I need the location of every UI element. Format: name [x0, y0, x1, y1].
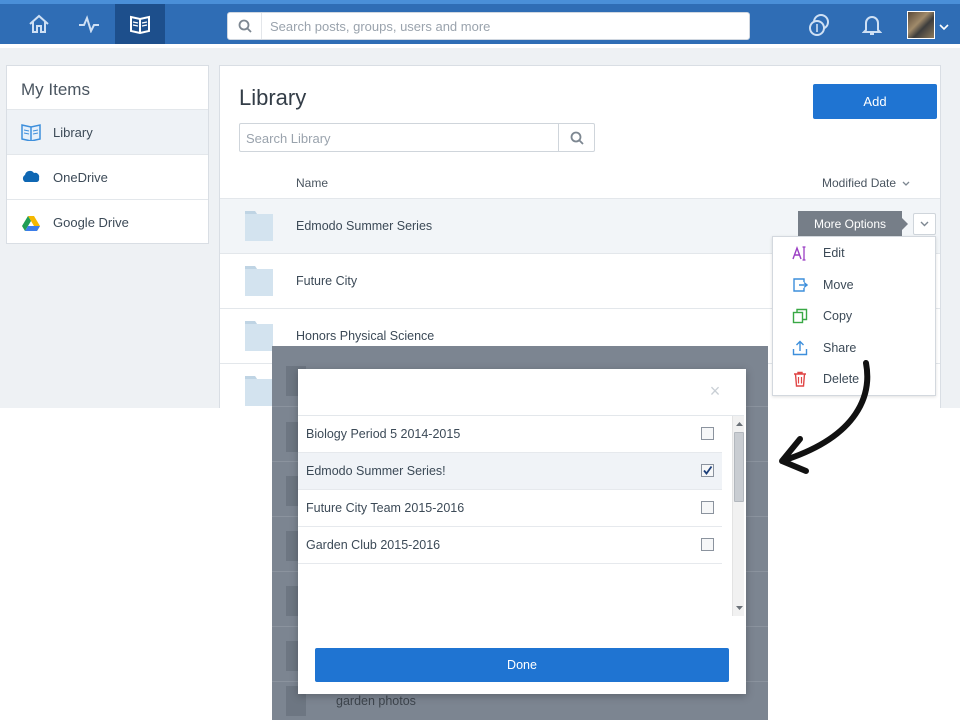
done-button[interactable]: Done — [315, 648, 729, 682]
item-name: garden photos — [336, 694, 416, 708]
library-icon — [21, 122, 41, 142]
top-navigation-bar — [0, 0, 960, 44]
group-row[interactable]: Future City Team 2015-2016 — [298, 490, 722, 527]
activity-button[interactable] — [64, 4, 114, 44]
chevron-down-icon[interactable] — [939, 18, 949, 36]
library-search[interactable] — [239, 123, 595, 152]
column-header-name[interactable]: Name — [296, 176, 328, 190]
item-name: Future City — [296, 274, 358, 288]
sidebar-item-onedrive[interactable]: OneDrive — [7, 155, 208, 200]
group-row[interactable]: Garden Club 2015-2016 — [298, 527, 722, 564]
scrollbar-thumb[interactable] — [734, 432, 744, 502]
global-search-bar[interactable] — [227, 12, 750, 40]
home-icon — [29, 14, 49, 33]
menu-item-label: Copy — [823, 309, 853, 324]
add-button[interactable]: Add — [813, 84, 937, 119]
library-search-input[interactable] — [246, 129, 546, 147]
checkmark-icon — [703, 465, 713, 475]
group-list: Biology Period 5 2014-2015 Edmodo Summer… — [298, 415, 744, 630]
sidebar-title: My Items — [7, 66, 208, 110]
annotation-arrow — [779, 360, 871, 474]
menu-item-move[interactable]: Move — [773, 269, 935, 301]
library-search-button[interactable] — [558, 124, 594, 151]
folder-icon — [245, 376, 273, 406]
scrollbar[interactable] — [732, 416, 744, 616]
global-search-input[interactable] — [270, 16, 740, 36]
search-icon — [570, 131, 584, 145]
group-name: Biology Period 5 2014-2015 — [306, 427, 461, 441]
coins-button[interactable] — [805, 10, 835, 40]
move-icon — [791, 276, 809, 294]
item-name: Honors Physical Science — [296, 329, 435, 343]
select-groups-dialog: × Biology Period 5 2014-2015 Edmodo Summ… — [298, 369, 746, 694]
group-checkbox[interactable] — [701, 427, 714, 440]
coins-icon — [809, 14, 829, 36]
group-row[interactable]: Biology Period 5 2014-2015 — [298, 416, 722, 453]
group-name: Edmodo Summer Series! — [306, 464, 446, 478]
search-icon — [228, 13, 262, 39]
library-icon — [130, 15, 150, 34]
sidebar-item-label: Google Drive — [53, 215, 129, 230]
sidebar-item-google-drive[interactable]: Google Drive — [7, 200, 208, 245]
folder-icon — [245, 266, 273, 296]
group-checkbox[interactable] — [701, 464, 714, 477]
more-options-tooltip: More Options — [798, 211, 909, 237]
column-header-modified[interactable]: Modified Date — [822, 176, 910, 190]
menu-item-label: Share — [823, 340, 857, 355]
sidebar-item-label: OneDrive — [53, 169, 108, 185]
group-name: Garden Club 2015-2016 — [306, 538, 441, 552]
page-title: Library — [239, 85, 307, 110]
close-icon[interactable]: × — [705, 381, 725, 401]
bell-icon — [862, 16, 882, 35]
home-button[interactable] — [14, 4, 64, 44]
scroll-up-icon[interactable] — [733, 418, 744, 430]
group-row[interactable]: Edmodo Summer Series! — [298, 453, 722, 490]
onedrive-icon — [21, 167, 41, 187]
column-header-label: Modified Date — [822, 176, 897, 190]
menu-item-label: Move — [823, 277, 854, 292]
menu-item-edit[interactable]: Edit — [773, 237, 935, 269]
group-checkbox[interactable] — [701, 538, 714, 551]
copy-icon — [791, 307, 809, 325]
group-name: Future City Team 2015-2016 — [306, 501, 465, 515]
activity-icon — [79, 15, 99, 33]
more-options-button[interactable] — [913, 213, 936, 235]
notifications-button[interactable] — [857, 10, 887, 40]
menu-item-label: Edit — [823, 246, 845, 260]
chevron-down-icon — [902, 181, 910, 186]
sidebar-item-label: Library — [53, 124, 93, 140]
library-nav-button[interactable] — [115, 4, 165, 44]
my-items-sidebar: My Items Library OneDrive Google Drive — [6, 65, 209, 244]
folder-icon — [245, 211, 273, 241]
menu-item-copy[interactable]: Copy — [773, 301, 935, 333]
chevron-down-icon — [920, 221, 929, 227]
edit-icon — [791, 244, 809, 262]
folder-icon — [245, 321, 273, 351]
group-checkbox[interactable] — [701, 501, 714, 514]
sidebar-item-library[interactable]: Library — [7, 110, 208, 155]
google-drive-icon — [21, 213, 41, 233]
item-name: Edmodo Summer Series — [296, 219, 433, 233]
scroll-down-icon[interactable] — [733, 602, 744, 614]
avatar[interactable] — [907, 11, 935, 39]
